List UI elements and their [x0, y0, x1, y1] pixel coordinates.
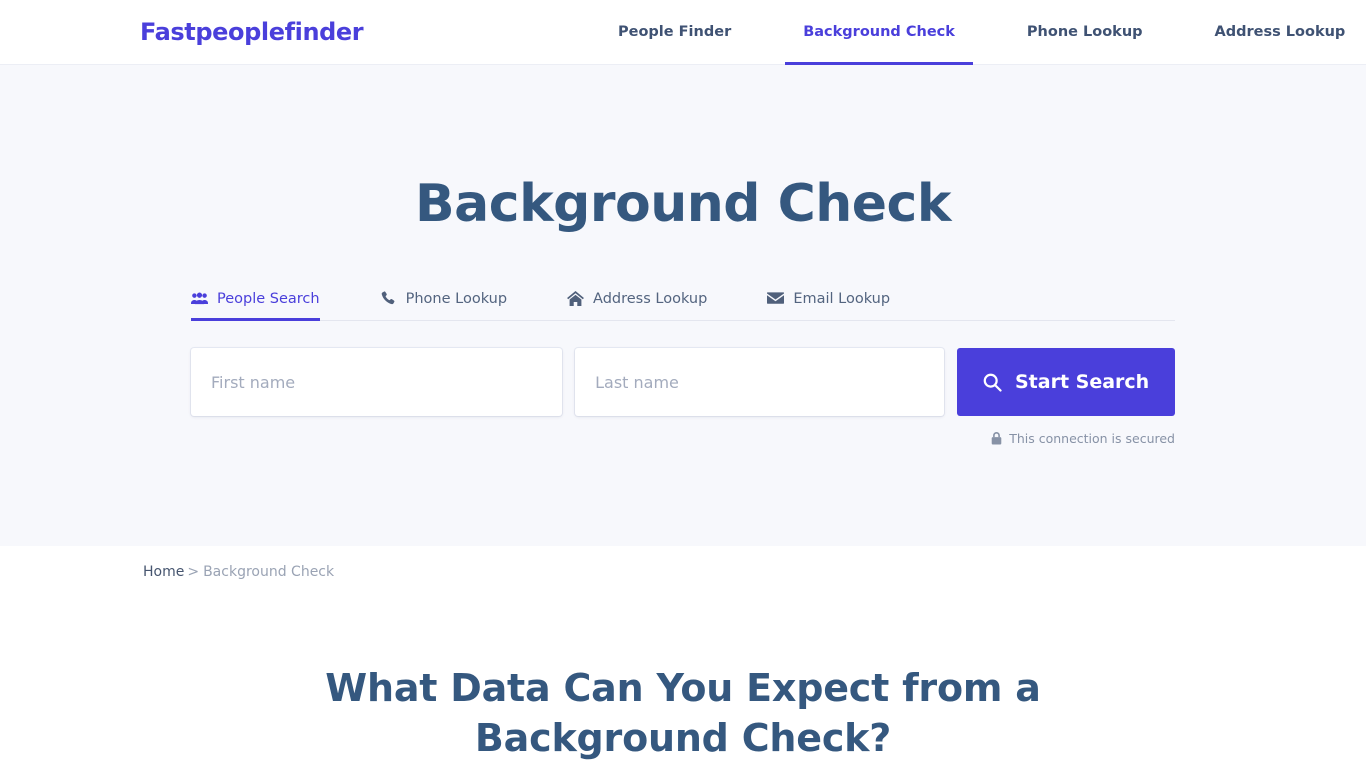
last-name-input[interactable]: [575, 348, 945, 416]
breadcrumb-separator: >: [187, 564, 200, 580]
tab-label-address-lookup: Address Lookup: [593, 290, 708, 307]
nav-item-phone-lookup[interactable]: Phone Lookup: [1009, 0, 1161, 65]
section-heading: What Data Can You Expect from a Backgrou…: [325, 666, 1041, 760]
start-search-label: Start Search: [1015, 371, 1150, 393]
users-icon: [191, 290, 208, 307]
search-tabs: People Search Phone Lookup Address Looku…: [191, 287, 1175, 321]
main-navigation: People Finder Background Check Phone Loo…: [600, 0, 1363, 65]
hero-section: Background Check People Search Phone Loo…: [0, 65, 1366, 546]
secure-connection-note: This connection is secured: [191, 431, 1175, 446]
page-title: Background Check: [415, 174, 951, 234]
site-header: Fastpeoplefinder People Finder Backgroun…: [0, 0, 1366, 65]
search-widget: People Search Phone Lookup Address Looku…: [191, 287, 1175, 446]
envelope-icon: [767, 290, 785, 307]
tab-email-lookup[interactable]: Email Lookup: [767, 286, 890, 320]
home-icon: [567, 290, 584, 307]
nav-item-background-check[interactable]: Background Check: [785, 0, 973, 65]
phone-icon: [380, 290, 397, 307]
brand-logo[interactable]: Fastpeoplefinder: [140, 18, 364, 46]
search-icon: [983, 373, 1002, 392]
breadcrumb-bar: Home > Background Check: [0, 546, 1366, 582]
start-search-button[interactable]: Start Search: [957, 348, 1175, 416]
breadcrumb-current: Background Check: [203, 564, 335, 580]
search-form: Start Search: [191, 348, 1175, 416]
tab-label-people-search: People Search: [217, 290, 320, 307]
breadcrumb: Home > Background Check: [143, 562, 1366, 582]
breadcrumb-home[interactable]: Home: [143, 564, 184, 580]
header-inner: Fastpeoplefinder People Finder Backgroun…: [0, 0, 1366, 65]
secure-connection-text: This connection is secured: [1009, 431, 1175, 446]
lock-icon: [991, 432, 1002, 445]
tab-phone-lookup[interactable]: Phone Lookup: [380, 286, 507, 320]
tab-people-search[interactable]: People Search: [191, 286, 320, 321]
tab-label-email-lookup: Email Lookup: [793, 290, 891, 307]
tab-label-phone-lookup: Phone Lookup: [405, 290, 508, 307]
first-name-input[interactable]: [191, 348, 563, 416]
nav-item-address-lookup[interactable]: Address Lookup: [1197, 0, 1364, 65]
tab-address-lookup[interactable]: Address Lookup: [567, 286, 707, 320]
nav-item-people-finder[interactable]: People Finder: [600, 0, 749, 65]
